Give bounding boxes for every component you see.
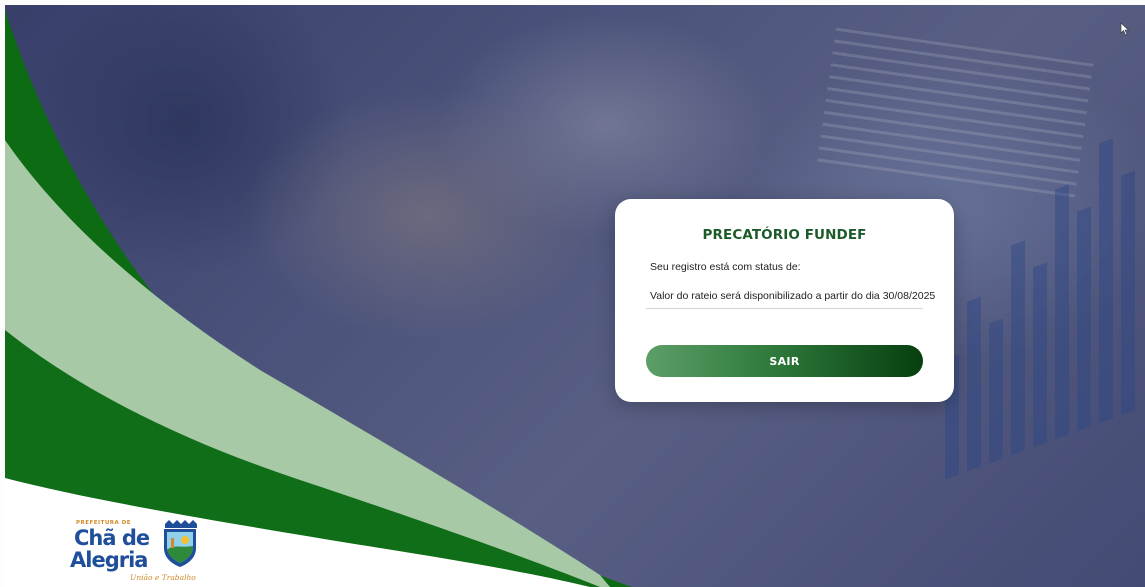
mouse-pointer-icon bbox=[1120, 22, 1130, 36]
decorative-swoosh bbox=[5, 10, 632, 587]
status-label: Seu registro está com status de: bbox=[650, 261, 801, 273]
page: PRECATÓRIO FUNDEF Seu registro está com … bbox=[0, 0, 1145, 587]
card-title: PRECATÓRIO FUNDEF bbox=[702, 227, 867, 243]
logo-name-line1: Chã de bbox=[74, 526, 150, 550]
status-value-field: Valor do rateio será disponibilizado a p… bbox=[646, 285, 935, 309]
exit-button[interactable]: SAIR bbox=[646, 345, 923, 377]
logo-name-line2: Alegria bbox=[70, 548, 148, 572]
logo-slogan: União e Trabalho bbox=[130, 573, 196, 582]
municipality-logo: PREFEITURA DE Chã de Alegria União e Tra… bbox=[68, 518, 208, 586]
municipal-shield-icon bbox=[164, 520, 197, 567]
status-card: PRECATÓRIO FUNDEF Seu registro está com … bbox=[615, 199, 954, 402]
